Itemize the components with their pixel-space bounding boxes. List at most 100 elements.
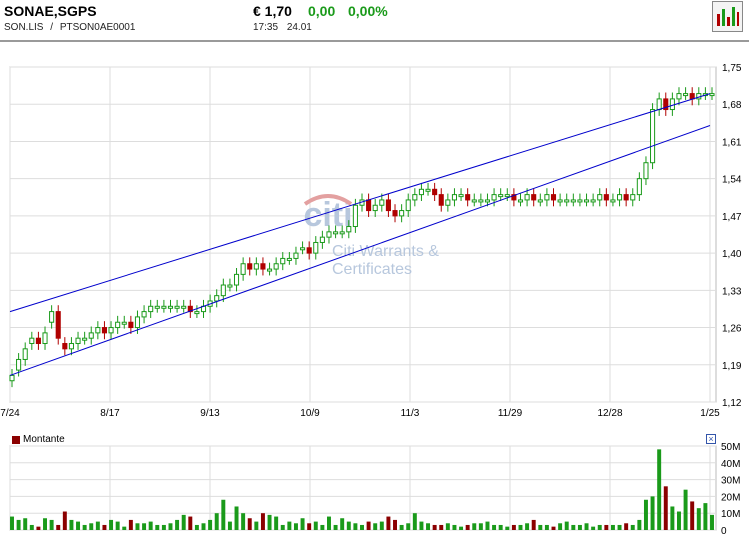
candle-body xyxy=(280,257,286,265)
volume-bar xyxy=(610,524,615,530)
header-divider xyxy=(0,40,749,42)
watermark-line2: Certificates xyxy=(332,261,412,278)
chart-type-icon[interactable] xyxy=(712,1,743,32)
volume-tick-label: 30M xyxy=(721,476,740,487)
volume-bar xyxy=(472,523,477,530)
volume-bar xyxy=(518,524,523,530)
candle-body xyxy=(148,305,154,313)
volume-bar xyxy=(109,519,114,530)
volume-bar xyxy=(419,521,424,530)
quote-date: 24.01 xyxy=(286,22,312,33)
volume-bar xyxy=(320,524,325,530)
volume-bar xyxy=(89,523,94,530)
volume-bar xyxy=(142,523,147,530)
volume-tick-label: 0 xyxy=(721,526,727,537)
candle-body xyxy=(438,194,444,206)
volume-bar xyxy=(333,524,338,530)
volume-bar xyxy=(531,519,536,530)
date-tick-label: 7/24 xyxy=(0,408,20,419)
candle-body xyxy=(478,199,484,203)
volume-bar xyxy=(43,518,47,530)
volume-bar xyxy=(168,523,173,530)
volume-bar xyxy=(637,519,642,530)
volume-bar xyxy=(95,521,100,530)
candle-body xyxy=(418,188,424,196)
candle-body xyxy=(260,263,266,270)
volume-bar xyxy=(122,526,127,530)
volume-bar xyxy=(551,526,556,530)
volume-bar xyxy=(492,524,497,530)
volume-bar xyxy=(703,503,708,530)
candle-body xyxy=(630,194,636,201)
candle-body xyxy=(115,321,121,329)
volume-bar xyxy=(161,524,166,530)
candle-body xyxy=(531,194,537,201)
volume-bar xyxy=(188,516,193,530)
candle-body xyxy=(68,343,74,350)
candle-body xyxy=(35,337,41,345)
candle-body xyxy=(451,194,458,201)
candle-body xyxy=(643,162,649,180)
price-change: 0,00 xyxy=(308,3,336,19)
volume-axis-labels: 50M 40M 30M 20M 10M 0 xyxy=(721,442,740,537)
candle-body xyxy=(544,194,550,201)
volume-bar xyxy=(604,524,609,530)
volume-bar xyxy=(366,521,371,530)
volume-bar xyxy=(683,489,688,530)
volume-bar xyxy=(340,518,345,530)
candle-body xyxy=(352,204,358,228)
candle-body xyxy=(141,311,147,318)
candle-body xyxy=(570,199,576,203)
volume-bar xyxy=(584,523,589,530)
volume-legend-swatch xyxy=(12,435,20,444)
candle-body xyxy=(49,311,55,323)
volume-bar xyxy=(406,523,411,530)
volume-bar xyxy=(485,521,490,530)
price-tick-label: 1,68 xyxy=(722,100,742,111)
candle-body xyxy=(379,199,385,206)
candle-body xyxy=(392,210,398,217)
candle-body xyxy=(128,321,134,329)
price-tick-label: 1,75 xyxy=(722,63,742,74)
volume-bar xyxy=(624,523,629,530)
volume-bar xyxy=(663,486,668,530)
candle-body xyxy=(412,194,418,201)
volume-bar xyxy=(181,514,186,530)
candle-body xyxy=(313,241,319,254)
price-chart: citi Citi Warrants & Certificates 1,751,… xyxy=(0,63,742,537)
price-tick-label: 1,54 xyxy=(722,175,742,186)
date-tick-label: 11/29 xyxy=(498,408,523,419)
candle-body xyxy=(134,316,141,329)
watermark-line1: Citi Warrants & xyxy=(332,243,439,260)
candle-body xyxy=(42,332,48,345)
volume-bar xyxy=(128,519,133,530)
volume-bar xyxy=(56,524,61,530)
candle-body xyxy=(247,263,253,270)
candle-body xyxy=(524,194,530,201)
candle-body xyxy=(95,327,101,334)
isin: PTSON0AE0001 xyxy=(59,22,136,33)
candle-body xyxy=(405,199,411,212)
candle-body xyxy=(121,321,127,325)
candle-body xyxy=(669,98,675,111)
volume-bar xyxy=(670,506,675,530)
candle-body xyxy=(233,273,240,286)
date-tick-label: 10/9 xyxy=(300,408,320,419)
price-change-percent: 0,00% xyxy=(348,3,388,19)
volume-bar xyxy=(76,521,81,530)
volume-tick-label: 40M xyxy=(721,459,740,470)
candle-body xyxy=(55,311,61,339)
candle-body xyxy=(88,332,94,339)
volume-bar xyxy=(49,519,54,530)
volume-bar xyxy=(16,519,21,530)
price-tick-label: 1,47 xyxy=(722,212,742,223)
candle-body xyxy=(683,93,689,97)
volume-bar xyxy=(214,513,219,530)
close-panel-button[interactable]: × xyxy=(706,434,716,444)
volume-bar xyxy=(234,506,239,530)
chart-grid xyxy=(9,66,717,403)
volume-bar xyxy=(445,523,450,530)
volume-bar xyxy=(155,524,160,530)
candle-body xyxy=(636,178,642,196)
candle-body xyxy=(108,327,114,334)
